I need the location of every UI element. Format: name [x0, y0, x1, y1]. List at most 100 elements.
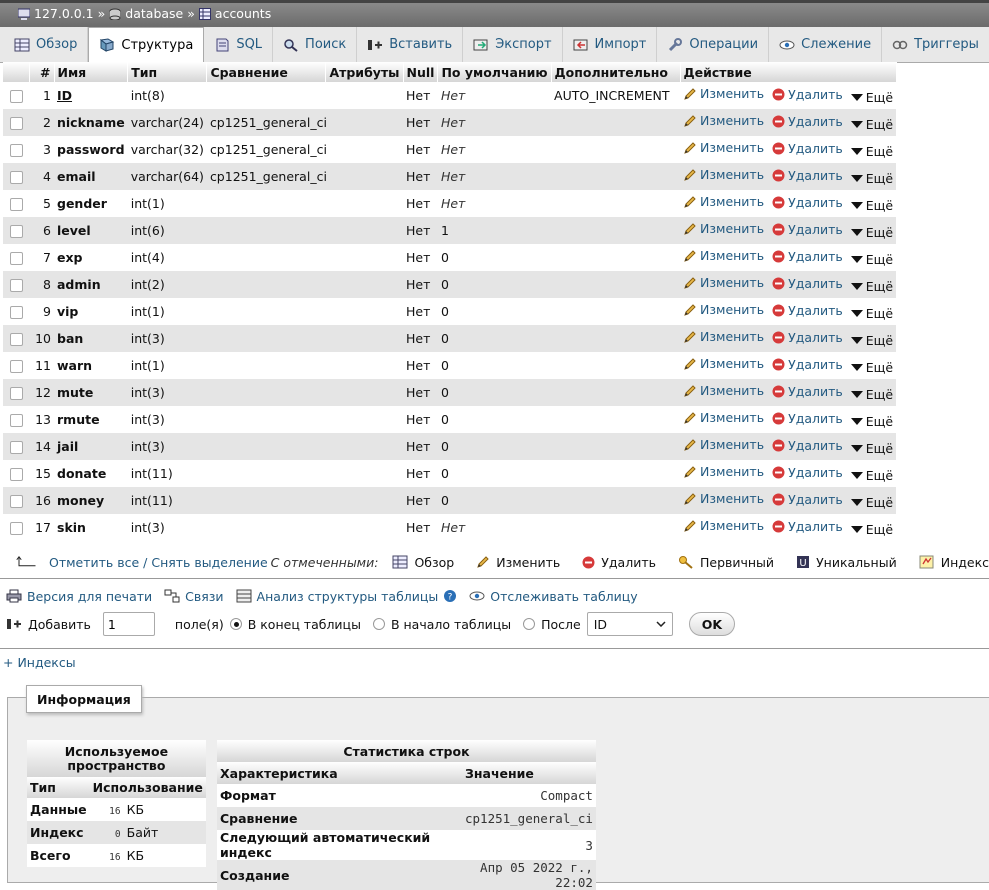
edit-field-link[interactable]: Изменить — [683, 248, 764, 263]
row-checkbox[interactable] — [9, 252, 23, 265]
edit-field-link[interactable]: Изменить — [683, 491, 764, 506]
help-icon[interactable]: ? — [443, 589, 457, 603]
with-selected-pencil-button[interactable]: Изменить — [476, 555, 560, 570]
more-actions-button[interactable]: Ещё — [850, 522, 893, 537]
row-checkbox[interactable] — [9, 387, 23, 400]
delete-field-link[interactable]: Удалить — [772, 492, 843, 507]
more-actions-button[interactable]: Ещё — [850, 117, 893, 132]
row-checkbox[interactable] — [9, 279, 23, 292]
radio-at-start[interactable] — [372, 618, 385, 630]
edit-field-link[interactable]: Изменить — [683, 356, 764, 371]
ok-button[interactable]: OK — [688, 612, 736, 636]
tab-triggers[interactable]: Триггеры — [882, 27, 989, 62]
row-checkbox[interactable] — [9, 306, 23, 319]
delete-field-link[interactable]: Удалить — [772, 141, 843, 156]
edit-field-link[interactable]: Изменить — [683, 221, 764, 236]
breadcrumb-table[interactable]: accounts — [215, 6, 271, 21]
delete-field-link[interactable]: Удалить — [772, 87, 843, 102]
delete-field-link[interactable]: Удалить — [772, 114, 843, 129]
tab-structure[interactable]: Структура — [88, 27, 205, 63]
with-selected-unique-button[interactable]: U Уникальный — [796, 555, 897, 570]
edit-field-link[interactable]: Изменить — [683, 113, 764, 128]
tab-search[interactable]: Поиск — [273, 27, 358, 62]
delete-field-link[interactable]: Удалить — [772, 384, 843, 399]
more-actions-button[interactable]: Ещё — [850, 225, 893, 240]
delete-field-link[interactable]: Удалить — [772, 357, 843, 372]
row-checkbox[interactable] — [9, 117, 23, 130]
edit-field-link[interactable]: Изменить — [683, 518, 764, 533]
tab-wrench[interactable]: Операции — [657, 27, 770, 62]
edit-field-link[interactable]: Изменить — [683, 383, 764, 398]
delete-field-link[interactable]: Удалить — [772, 438, 843, 453]
edit-field-link[interactable]: Изменить — [683, 437, 764, 452]
edit-field-link[interactable]: Изменить — [683, 194, 764, 209]
row-checkbox[interactable] — [9, 495, 23, 508]
breadcrumb-server[interactable]: 127.0.0.1 — [34, 6, 94, 21]
more-actions-button[interactable]: Ещё — [850, 144, 893, 159]
more-actions-button[interactable]: Ещё — [850, 198, 893, 213]
with-selected-browse-button[interactable]: Обзор — [392, 555, 454, 570]
row-checkbox[interactable] — [9, 144, 23, 157]
tab-import[interactable]: Импорт — [563, 27, 658, 62]
more-actions-button[interactable]: Ещё — [850, 441, 893, 456]
more-actions-button[interactable]: Ещё — [850, 306, 893, 321]
field-count-input[interactable] — [102, 612, 155, 636]
edit-field-link[interactable]: Изменить — [683, 329, 764, 344]
select-all-link[interactable]: Отметить все / Снять выделение — [49, 555, 268, 570]
delete-field-link[interactable]: Удалить — [772, 249, 843, 264]
delete-field-link[interactable]: Удалить — [772, 411, 843, 426]
more-actions-button[interactable]: Ещё — [850, 171, 893, 186]
row-checkbox[interactable] — [9, 414, 23, 427]
tab-insert[interactable]: Вставить — [357, 27, 464, 62]
row-checkbox[interactable] — [9, 171, 23, 184]
more-actions-button[interactable]: Ещё — [850, 90, 893, 105]
row-checkbox[interactable] — [9, 333, 23, 346]
row-checkbox[interactable] — [9, 468, 23, 481]
delete-field-link[interactable]: Удалить — [772, 276, 843, 291]
row-checkbox[interactable] — [9, 522, 23, 535]
delete-field-link[interactable]: Удалить — [772, 303, 843, 318]
delete-field-link[interactable]: Удалить — [772, 195, 843, 210]
after-field-select[interactable]: ID — [586, 612, 673, 636]
more-actions-button[interactable]: Ещё — [850, 468, 893, 483]
indexes-link[interactable]: + Индексы — [3, 655, 76, 670]
row-checkbox[interactable] — [9, 90, 23, 103]
delete-field-link[interactable]: Удалить — [772, 330, 843, 345]
delete-field-link[interactable]: Удалить — [772, 222, 843, 237]
tab-export[interactable]: Экспорт — [463, 27, 563, 62]
more-actions-button[interactable]: Ещё — [850, 495, 893, 510]
edit-field-link[interactable]: Изменить — [683, 302, 764, 317]
edit-field-link[interactable]: Изменить — [683, 275, 764, 290]
radio-after[interactable] — [523, 618, 536, 630]
track-table-link[interactable]: Отслеживать таблицу — [469, 589, 638, 604]
edit-field-link[interactable]: Изменить — [683, 140, 764, 155]
with-selected-primary-key-button[interactable]: Первичный — [678, 555, 774, 570]
row-checkbox[interactable] — [9, 360, 23, 373]
edit-field-link[interactable]: Изменить — [683, 464, 764, 479]
analyze-structure-link[interactable]: Анализ структуры таблицы ? — [236, 589, 458, 604]
more-actions-button[interactable]: Ещё — [850, 279, 893, 294]
tab-browse[interactable]: Обзор — [4, 27, 89, 62]
row-checkbox[interactable] — [9, 198, 23, 211]
tab-sql[interactable]: SQL — [204, 27, 274, 62]
relations-link[interactable]: Связи — [164, 589, 224, 604]
more-actions-button[interactable]: Ещё — [850, 333, 893, 348]
delete-field-link[interactable]: Удалить — [772, 519, 843, 534]
print-view-link[interactable]: Версия для печати — [6, 589, 152, 604]
edit-field-link[interactable]: Изменить — [683, 86, 764, 101]
tab-eye[interactable]: Слежение — [769, 27, 883, 62]
row-checkbox[interactable] — [9, 225, 23, 238]
edit-field-link[interactable]: Изменить — [683, 410, 764, 425]
with-selected-index-button[interactable]: Индекс — [919, 555, 989, 570]
edit-field-link[interactable]: Изменить — [683, 167, 764, 182]
with-selected-delete-button[interactable]: Удалить — [582, 555, 656, 570]
more-actions-button[interactable]: Ещё — [850, 360, 893, 375]
delete-field-link[interactable]: Удалить — [772, 168, 843, 183]
delete-field-link[interactable]: Удалить — [772, 465, 843, 480]
more-actions-button[interactable]: Ещё — [850, 252, 893, 267]
breadcrumb-database[interactable]: database — [125, 6, 183, 21]
radio-at-end[interactable] — [229, 618, 242, 630]
row-checkbox[interactable] — [9, 441, 23, 454]
more-actions-button[interactable]: Ещё — [850, 387, 893, 402]
more-actions-button[interactable]: Ещё — [850, 414, 893, 429]
